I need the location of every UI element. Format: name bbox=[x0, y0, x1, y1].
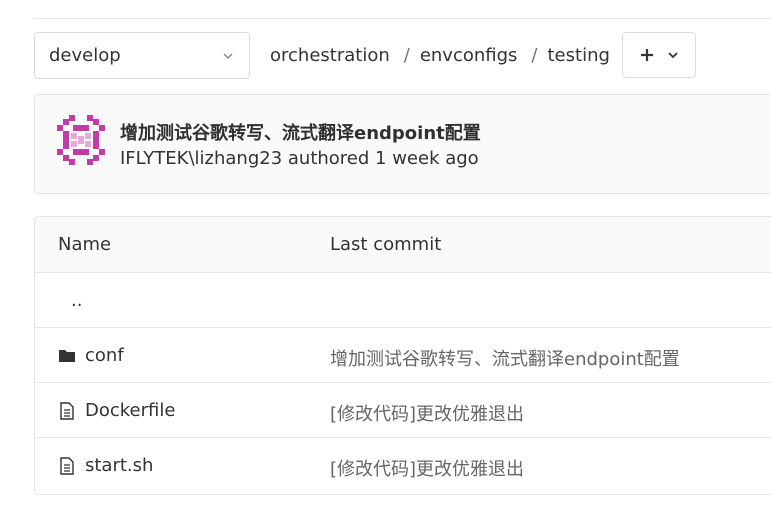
folder-icon bbox=[59, 349, 75, 362]
breadcrumb-item-testing[interactable]: testing bbox=[548, 45, 610, 66]
add-dropdown-button[interactable] bbox=[622, 32, 696, 78]
table-row[interactable]: conf 增加测试谷歌转写、流式翻译endpoint配置 bbox=[35, 328, 771, 383]
parent-dir-link[interactable]: .. bbox=[71, 290, 82, 311]
file-name-cell: start.sh bbox=[58, 455, 153, 476]
plus-icon bbox=[641, 49, 653, 61]
file-table: Name Last commit .. conf 增加测试谷歌转写、流式翻译en… bbox=[34, 216, 771, 495]
column-header-last-commit: Last commit bbox=[330, 234, 442, 255]
last-commit-message[interactable]: 增加测试谷歌转写、流式翻译endpoint配置 bbox=[330, 345, 680, 371]
last-commit-message[interactable]: [修改代码]更改优雅退出 bbox=[330, 455, 524, 481]
table-row[interactable]: .. bbox=[35, 273, 771, 328]
table-header-row: Name Last commit bbox=[35, 217, 771, 273]
breadcrumb: orchestration / envconfigs / testing / bbox=[270, 32, 640, 79]
column-header-name: Name bbox=[58, 234, 112, 255]
commit-title[interactable]: 增加测试谷歌转写、流式翻译endpoint配置 bbox=[120, 119, 481, 145]
chevron-down-icon bbox=[223, 53, 233, 60]
breadcrumb-item-envconfigs[interactable]: envconfigs bbox=[420, 45, 518, 66]
branch-selector[interactable]: develop bbox=[34, 32, 250, 79]
last-commit-message[interactable]: [修改代码]更改优雅退出 bbox=[330, 400, 524, 426]
breadcrumb-item-orchestration[interactable]: orchestration bbox=[270, 45, 390, 66]
table-row[interactable]: start.sh [修改代码]更改优雅退出 bbox=[35, 438, 771, 493]
file-icon bbox=[60, 456, 74, 475]
branch-selector-label: develop bbox=[49, 45, 121, 66]
avatar[interactable] bbox=[57, 115, 105, 165]
chevron-down-icon bbox=[668, 52, 678, 59]
breadcrumb-separator: / bbox=[531, 45, 538, 66]
file-name[interactable]: conf bbox=[85, 345, 124, 366]
file-icon bbox=[60, 401, 74, 420]
file-name[interactable]: Dockerfile bbox=[85, 400, 175, 421]
file-name-cell: Dockerfile bbox=[58, 400, 175, 421]
commit-meta: IFLYTEK\lizhang23 authored 1 week ago bbox=[120, 148, 479, 169]
last-commit-panel: 增加测试谷歌转写、流式翻译endpoint配置 IFLYTEK\lizhang2… bbox=[34, 94, 771, 194]
breadcrumb-separator: / bbox=[403, 45, 410, 66]
table-row[interactable]: Dockerfile [修改代码]更改优雅退出 bbox=[35, 383, 771, 438]
file-name[interactable]: start.sh bbox=[85, 455, 153, 476]
top-divider bbox=[34, 18, 771, 19]
file-name-cell: conf bbox=[58, 345, 124, 366]
